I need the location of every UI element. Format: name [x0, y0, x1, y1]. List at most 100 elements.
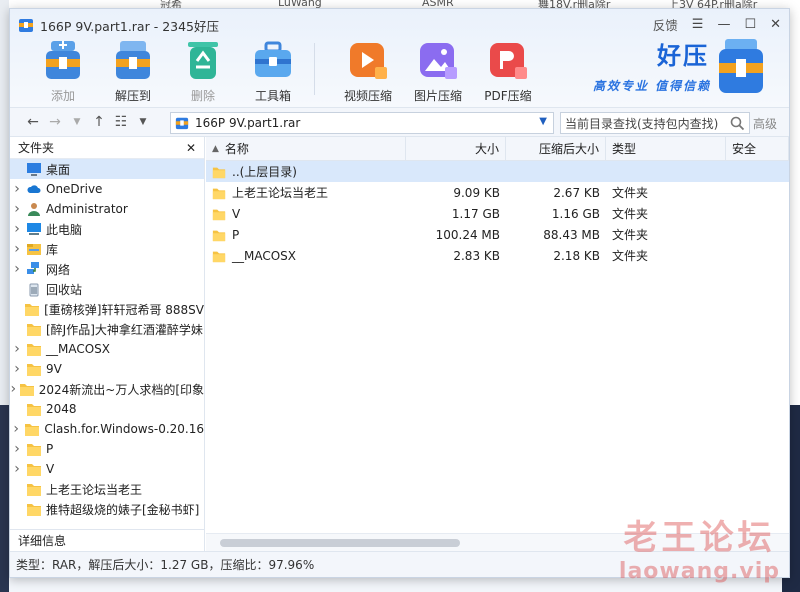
user-icon: [28, 203, 40, 216]
column-size[interactable]: 大小: [406, 137, 506, 160]
column-type[interactable]: 类型: [606, 137, 726, 160]
tree-item[interactable]: 回收站: [10, 279, 204, 299]
column-packed-size[interactable]: 压缩后大小: [506, 137, 606, 160]
toolbox-button[interactable]: 工具箱: [238, 39, 308, 104]
feedback-link[interactable]: 反馈: [653, 15, 678, 34]
column-security[interactable]: 安全: [726, 137, 789, 160]
file-list-header: ▲ 名称 大小 压缩后大小 类型 安全: [206, 137, 789, 161]
tree-item-label: OneDrive: [46, 182, 103, 196]
tree-item[interactable]: › Clash.for.Windows-0.20.16: [10, 419, 204, 439]
tree-item[interactable]: › V: [10, 459, 204, 479]
file-row[interactable]: V 1.17 GB 1.16 GB 文件夹: [206, 203, 789, 224]
extract-to-button[interactable]: 解压到: [98, 39, 168, 104]
expand-chevron-icon[interactable]: ›: [10, 261, 24, 277]
view-mode-chevron-icon[interactable]: ▼: [132, 117, 154, 127]
tree-item[interactable]: 桌面: [10, 159, 204, 179]
tree-item[interactable]: › __MACOSX: [10, 339, 204, 359]
expand-chevron-icon[interactable]: ›: [10, 221, 24, 237]
maximize-icon[interactable]: ☐: [744, 17, 756, 32]
tree-item-label: 此电脑: [46, 222, 83, 237]
expand-chevron-icon[interactable]: ›: [10, 361, 24, 377]
history-chevron-icon[interactable]: ▼: [66, 117, 88, 127]
folder-icon: [212, 188, 226, 199]
toolbar: 添加 解压到 删除 工具箱 视频压缩 图片压缩 PDF压缩: [28, 39, 543, 104]
recycle-bin-icon: [29, 283, 39, 297]
pdf-compress-label: PDF压缩: [484, 89, 532, 103]
brand-logo-icon: [719, 39, 763, 93]
file-row[interactable]: P 100.24 MB 88.43 MB 文件夹: [206, 224, 789, 245]
view-mode-icon[interactable]: ☷: [110, 114, 132, 130]
file-size: 1.17 GB: [451, 206, 500, 221]
tree-item[interactable]: › OneDrive: [10, 179, 204, 199]
folder-icon: [212, 251, 226, 262]
menu-icon[interactable]: ☰: [692, 17, 704, 32]
scrollbar-thumb[interactable]: [220, 539, 460, 547]
path-dropdown-icon[interactable]: ▼: [539, 116, 547, 127]
back-arrow-icon[interactable]: ←: [22, 114, 44, 130]
column-name[interactable]: ▲ 名称: [206, 137, 406, 160]
path-text: 166P 9V.part1.rar: [195, 116, 301, 130]
search-placeholder: 当前目录查找(支持包内查找): [565, 116, 719, 131]
file-size: 9.09 KB: [453, 185, 500, 200]
archive-file-icon: [175, 117, 189, 130]
tree-item[interactable]: › 此电脑: [10, 219, 204, 239]
expand-chevron-icon[interactable]: ›: [10, 341, 24, 357]
watermark-title: 老王论坛: [623, 518, 776, 558]
image-compress-icon: [420, 43, 457, 79]
recycle-delete-icon: [188, 42, 218, 79]
file-name: __MACOSX: [232, 248, 297, 263]
folder-icon: [27, 404, 41, 416]
search-input[interactable]: 当前目录查找(支持包内查找): [560, 112, 750, 134]
tree-item[interactable]: › 2024新流出~万人求档的[印象: [10, 379, 204, 399]
search-icon[interactable]: [729, 115, 745, 131]
path-field[interactable]: 166P 9V.part1.rar ▼: [170, 112, 554, 134]
tree-item[interactable]: › Administrator: [10, 199, 204, 219]
file-type: 文件夹: [612, 228, 649, 242]
tree-item[interactable]: [醉J作品]大神拿红酒灌醉学妹: [10, 319, 204, 339]
forward-arrow-icon[interactable]: →: [44, 114, 66, 130]
image-compress-button[interactable]: 图片压缩: [403, 39, 473, 104]
tree-item[interactable]: › 库: [10, 239, 204, 259]
expand-chevron-icon[interactable]: ›: [10, 421, 22, 437]
tree-item[interactable]: 推特超级烧的婊子[金秘书虾]: [10, 499, 204, 519]
close-icon[interactable]: ✕: [770, 17, 781, 32]
video-compress-label: 视频压缩: [343, 89, 392, 103]
watermark: 老王论坛 laowang.vip: [619, 510, 780, 584]
advanced-search-button[interactable]: 高级: [753, 115, 777, 132]
address-bar: ← → ▼ ↑ ☷ ▼ 166P 9V.part1.rar ▼ 当前目录查找(支…: [10, 107, 789, 137]
folder-tree-header: 文件夹 ✕: [10, 137, 204, 159]
pdf-compress-button[interactable]: PDF压缩: [473, 39, 543, 104]
file-name: V: [232, 206, 241, 221]
expand-chevron-icon[interactable]: ›: [10, 181, 24, 197]
folder-icon: [212, 230, 226, 241]
tree-item[interactable]: › P: [10, 439, 204, 459]
details-panel-toggle[interactable]: 详细信息: [10, 529, 204, 551]
file-packed-size: 88.43 MB: [543, 227, 600, 242]
file-row[interactable]: ..(上层目录): [206, 161, 789, 182]
minimize-icon[interactable]: —: [717, 17, 730, 32]
tree-item[interactable]: [重磅核弹]轩轩冠希哥 888SV: [10, 299, 204, 319]
expand-chevron-icon[interactable]: ›: [10, 241, 24, 257]
up-arrow-icon[interactable]: ↑: [88, 114, 110, 130]
expand-chevron-icon[interactable]: ›: [10, 201, 24, 217]
add-button[interactable]: 添加: [28, 39, 98, 104]
folder-icon: [212, 209, 226, 220]
tree-item-label: 9V: [46, 362, 62, 376]
tree-item[interactable]: 上老王论坛当老王: [10, 479, 204, 499]
tree-item[interactable]: 2048: [10, 399, 204, 419]
expand-chevron-icon[interactable]: ›: [10, 441, 24, 457]
delete-button[interactable]: 删除: [168, 39, 238, 104]
close-panel-icon[interactable]: ✕: [186, 141, 196, 155]
expand-chevron-icon[interactable]: ›: [10, 461, 24, 477]
extract-to-icon: [116, 41, 150, 79]
file-row[interactable]: 上老王论坛当老王 9.09 KB 2.67 KB 文件夹: [206, 182, 789, 203]
tree-item[interactable]: › 9V: [10, 359, 204, 379]
tree-item[interactable]: › 网络: [10, 259, 204, 279]
file-list-rows: ..(上层目录) 上老王论坛当老王 9.09 KB 2.67 KB 文件夹 V 1.17 G…: [206, 161, 789, 266]
video-compress-button[interactable]: 视频压缩: [333, 39, 403, 104]
file-type: 文件夹: [612, 207, 649, 221]
expand-chevron-icon[interactable]: ›: [10, 381, 17, 397]
file-name-cell: 上老王论坛当老王: [206, 184, 406, 201]
tree-item-label: 2024新流出~万人求档的[印象: [38, 382, 204, 397]
file-row[interactable]: __MACOSX 2.83 KB 2.18 KB 文件夹: [206, 245, 789, 266]
